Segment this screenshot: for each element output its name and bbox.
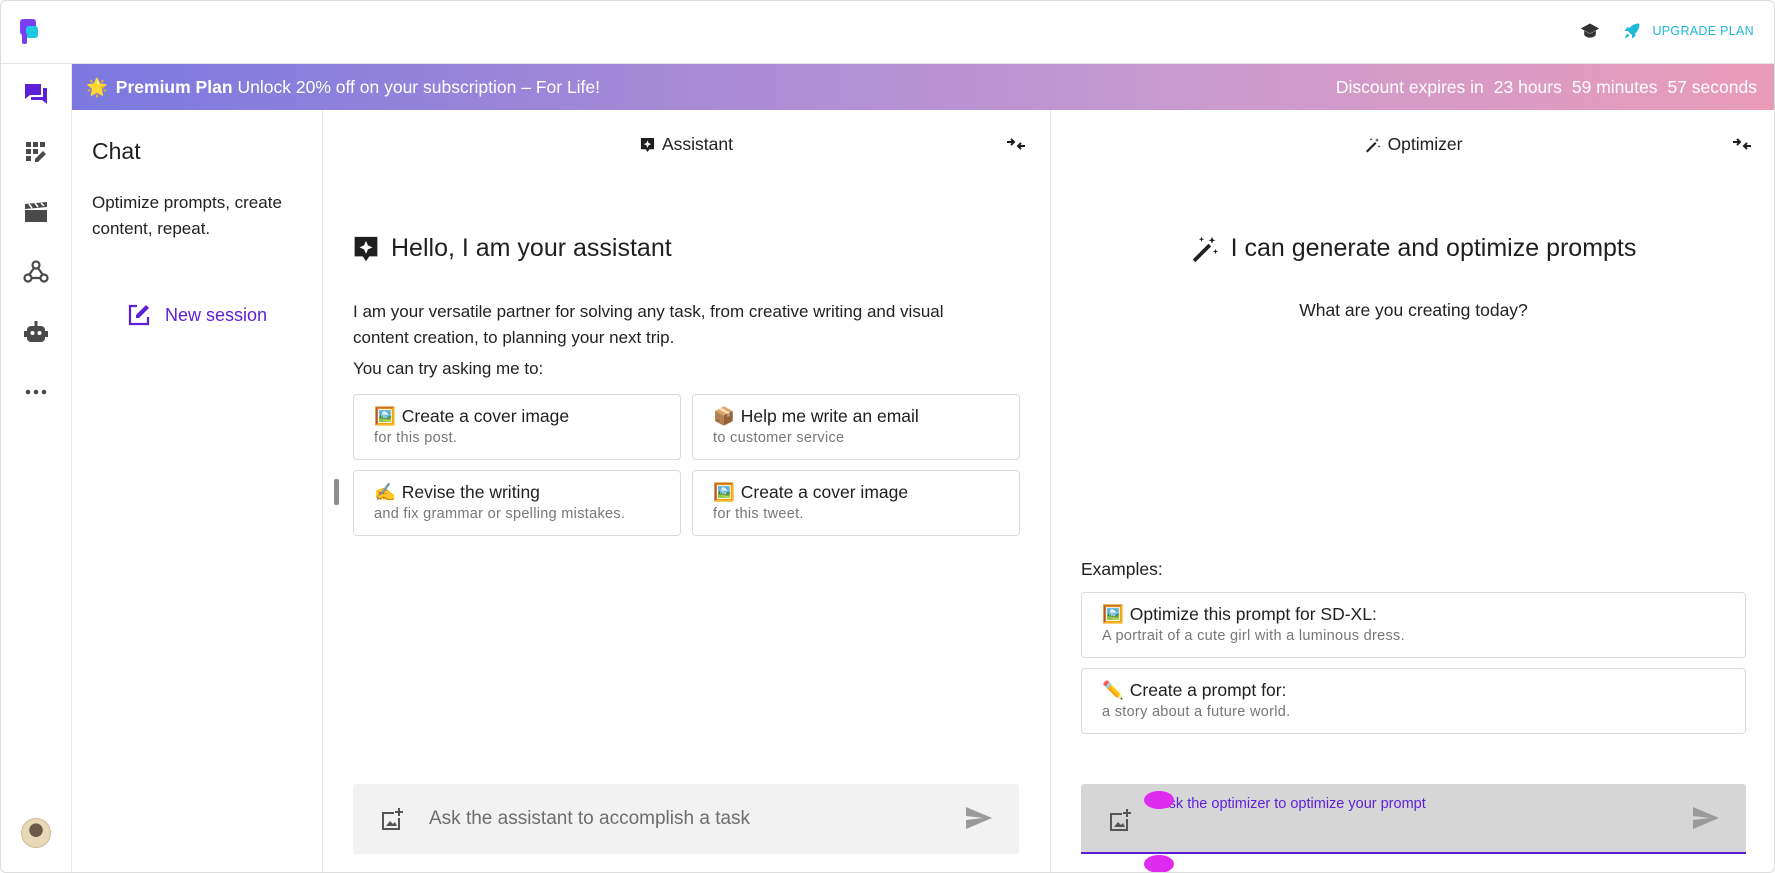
picture-icon: 🖼️ [713, 482, 735, 502]
pencil-icon: ✏️ [1102, 680, 1124, 700]
suggestion-subtitle: for this tweet. [713, 506, 804, 522]
discount-countdown: Discount expires in 23 hours 59 minutes … [1336, 77, 1757, 98]
suggestion-subtitle: for this post. [374, 430, 458, 446]
new-session-button[interactable]: New session [127, 303, 267, 327]
optimizer-input-bar: Ask the optimizer to optimize your promp… [1081, 784, 1746, 854]
send-icon[interactable] [965, 806, 993, 830]
left-nav-rail [1, 64, 72, 872]
nav-media[interactable] [22, 198, 50, 226]
rocket-icon [1624, 23, 1640, 39]
collapse-icon[interactable] [1732, 136, 1752, 152]
assistant-sparkle-icon [354, 236, 378, 261]
banner-offer: Unlock 20% off on your subscription – Fo… [237, 76, 601, 97]
assistant-header-label: Assistant [662, 134, 733, 154]
package-icon: 📦 [713, 406, 735, 426]
suggestion-grid: 🖼️ Create a cover image for this post. 📦 H… [353, 394, 1021, 536]
suggestion-card[interactable]: 🖼️ Create a cover image for this tweet. [692, 470, 1020, 536]
optimizer-header-label: Optimizer [1387, 134, 1463, 154]
grid-edit-icon [26, 142, 46, 162]
suggestion-title: Create a cover image [740, 482, 909, 502]
nav-bots[interactable] [22, 318, 50, 346]
promo-banner[interactable]: 🌟 Premium Plan Unlock 20% off on your su… [72, 64, 1774, 110]
chat-description: Optimize prompts, create content, repeat… [92, 193, 282, 238]
sun-icon: 🌟 [86, 76, 108, 97]
writing-hand-icon: ✍️ [374, 482, 396, 502]
suggestion-card[interactable]: ✍️ Revise the writing and fix grammar or … [353, 470, 681, 536]
upgrade-plan-button[interactable]: UPGRADE PLAN [1622, 21, 1754, 41]
example-subtitle: a story about a future world. [1102, 704, 1291, 720]
optimizer-input[interactable] [1159, 816, 1679, 846]
chat-title: Chat [92, 138, 141, 164]
suggestion-subtitle: to customer service [713, 430, 845, 446]
top-bar: UPGRADE PLAN [1, 1, 1774, 64]
assistant-greeting-text: Hello, I am your assistant [391, 234, 672, 262]
assistant-greeting: Hello, I am your assistant [353, 234, 672, 263]
collapse-icon[interactable] [1006, 136, 1026, 152]
movie-clapper-icon [25, 202, 47, 222]
suggestion-subtitle: and fix grammar or spelling mistakes. [374, 506, 626, 522]
more-horizontal-icon [25, 389, 47, 395]
examples-label: Examples: [1081, 559, 1163, 579]
countdown-minutes: 59 minutes [1571, 77, 1658, 97]
chat-bubbles-icon [25, 84, 47, 104]
upgrade-plan-label: UPGRADE PLAN [1652, 24, 1754, 38]
assistant-panel: Assistant Hello, I am your assistant I a… [323, 110, 1051, 872]
nav-apps[interactable] [22, 138, 50, 166]
example-title: Create a prompt for: [1129, 680, 1287, 700]
banner-plan: Premium Plan [115, 76, 233, 97]
example-card[interactable]: 🖼️ Optimize this prompt for SD-XL: A port… [1081, 592, 1746, 658]
magic-wand-icon [1365, 137, 1381, 152]
app-window: UPGRADE PLAN 🌟 Premium Plan Unlock 20% o… [0, 0, 1775, 873]
assistant-input-bar [353, 784, 1019, 854]
example-subtitle: A portrait of a cute girl with a luminou… [1102, 628, 1405, 644]
nav-more[interactable] [22, 378, 50, 406]
assistant-sparkle-icon [640, 137, 655, 152]
magic-wand-icon [1192, 236, 1218, 262]
assistant-header: Assistant [323, 134, 1050, 155]
webhook-icon [23, 260, 49, 283]
nav-webhooks[interactable] [22, 258, 50, 286]
chat-sidebar: Chat Optimize prompts, create content, r… [72, 110, 323, 872]
example-title: Optimize this prompt for SD-XL: [1129, 604, 1377, 624]
countdown-hours: 23 hours [1493, 77, 1562, 97]
assistant-input[interactable] [429, 808, 929, 830]
add-image-icon[interactable] [1107, 806, 1135, 834]
robot-icon [24, 321, 48, 342]
optimizer-subtitle: What are you creating today? [1299, 300, 1528, 320]
example-card[interactable]: ✏️ Create a prompt for: a story about a f… [1081, 668, 1746, 734]
avatar[interactable] [21, 818, 51, 848]
suggestion-title: Help me write an email [740, 406, 919, 426]
nav-chat[interactable] [22, 80, 50, 108]
picture-icon: 🖼️ [1102, 604, 1124, 624]
countdown-label: Discount expires in [1335, 77, 1484, 97]
optimizer-greeting: I can generate and optimize prompts [1051, 234, 1774, 263]
text-cursor-handle-bottom[interactable] [1144, 855, 1174, 872]
optimizer-panel: Optimizer I can generate and optimize pr… [1051, 110, 1774, 872]
new-session-label: New session [165, 304, 268, 325]
assistant-intro: I am your versatile partner for solving … [353, 302, 944, 347]
optimizer-greeting-text: I can generate and optimize prompts [1230, 234, 1637, 262]
app-logo-icon[interactable] [20, 19, 44, 45]
suggestion-title: Revise the writing [401, 482, 540, 502]
add-image-icon[interactable] [379, 805, 407, 833]
graduation-cap-icon[interactable] [1580, 22, 1600, 40]
suggestion-card[interactable]: 📦 Help me write an email to customer serv… [692, 394, 1020, 460]
suggestion-title: Create a cover image [401, 406, 570, 426]
text-cursor-handle-top[interactable] [1144, 791, 1174, 809]
try-asking-label: You can try asking me to: [353, 359, 544, 378]
optimizer-input-label: Ask the optimizer to optimize your promp… [1159, 796, 1426, 812]
countdown-seconds: 57 seconds [1667, 77, 1757, 97]
picture-icon: 🖼️ [374, 406, 396, 426]
send-icon[interactable] [1692, 806, 1720, 830]
suggestion-card[interactable]: 🖼️ Create a cover image for this post. [353, 394, 681, 460]
optimizer-header: Optimizer [1051, 134, 1774, 155]
edit-square-icon [128, 304, 150, 326]
